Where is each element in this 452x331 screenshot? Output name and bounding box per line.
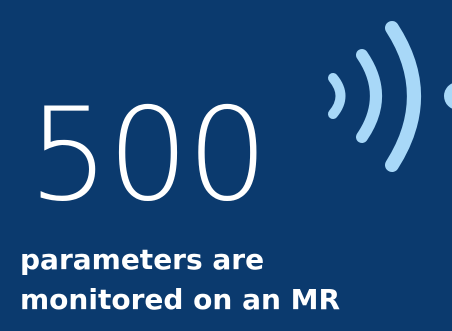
stat-card: 500 parameters are monitored on an MR [0, 0, 452, 331]
signal-arc-medium [356, 49, 382, 143]
stat-number: 500 [28, 81, 268, 230]
caption-line-2: monitored on an MR [20, 283, 341, 316]
wireless-signal-icon [328, 21, 452, 172]
signal-arc-large [385, 21, 421, 172]
signal-source-dot [444, 83, 452, 109]
signal-arc-small [328, 73, 346, 119]
stat-caption: parameters are monitored on an MR [20, 240, 450, 320]
caption-line-1: parameters are [20, 243, 265, 276]
